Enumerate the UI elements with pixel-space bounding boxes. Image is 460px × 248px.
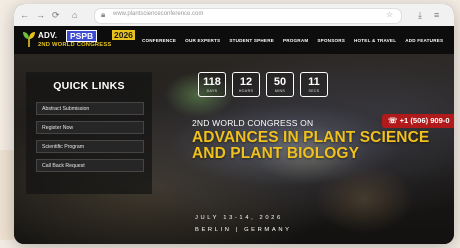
nav-item-sponsors[interactable]: SPONSORS bbox=[317, 38, 345, 43]
download-icon[interactable]: ⤓ bbox=[418, 9, 422, 21]
reload-icon[interactable]: ⟳ bbox=[52, 9, 60, 21]
leaf-logo-icon bbox=[23, 32, 35, 47]
countdown-value: 11 bbox=[308, 76, 320, 88]
countdown-secs: 11 SECS bbox=[300, 72, 328, 97]
quick-link-register-now[interactable]: Register Now bbox=[36, 121, 144, 134]
back-icon[interactable]: ← bbox=[20, 9, 29, 21]
phone-contact-badge[interactable]: ☏ +1 (506) 909-0 bbox=[382, 114, 454, 128]
nav-item-conference[interactable]: CONFERENCE bbox=[142, 38, 176, 43]
main-menu: CONFERENCE OUR EXPERTS STUDENT SPHERE PR… bbox=[142, 26, 452, 54]
countdown-unit: SECS bbox=[308, 89, 320, 93]
logo-subtitle: 2ND WORLD CONGRESS bbox=[38, 42, 112, 48]
nav-item-hotel-travel[interactable]: HOTEL & TRAVEL bbox=[354, 38, 396, 43]
home-icon[interactable]: ⌂ bbox=[72, 9, 77, 21]
logo-adv-text: ADV. bbox=[38, 31, 58, 40]
forward-icon[interactable]: → bbox=[36, 9, 45, 21]
countdown-days: 118 DAYS bbox=[198, 72, 226, 97]
address-bar[interactable]: 🔒︎ www.plantscienceconference.com ☆ bbox=[94, 8, 402, 24]
countdown-value: 12 bbox=[239, 76, 253, 88]
url-text: www.plantscienceconference.com bbox=[113, 11, 204, 17]
quick-links-panel: QUICK LINKS Abstract Submission Register… bbox=[26, 72, 152, 194]
nav-item-add-features[interactable]: ADD FEATURES bbox=[405, 38, 443, 43]
quick-link-call-back-request[interactable]: Call Back Request bbox=[36, 159, 144, 172]
logo-badge: PSPB bbox=[66, 30, 98, 42]
hero-image-detail bbox=[314, 164, 414, 234]
browser-toolbar: ← → ⟳ ⌂ 🔒︎ www.plantscienceconference.co… bbox=[14, 4, 454, 27]
event-location: BERLIN | GERMANY bbox=[195, 227, 292, 233]
quick-link-abstract-submission[interactable]: Abstract Submission bbox=[36, 102, 144, 115]
quick-link-scientific-program[interactable]: Scientific Program bbox=[36, 140, 144, 153]
countdown-unit: DAYS bbox=[206, 89, 218, 93]
nav-item-our-experts[interactable]: OUR EXPERTS bbox=[185, 38, 220, 43]
hero-section: QUICK LINKS Abstract Submission Register… bbox=[14, 54, 454, 244]
lock-icon: 🔒︎ bbox=[101, 10, 106, 19]
countdown-unit: HOURS bbox=[238, 89, 254, 93]
logo-year: 2026 bbox=[112, 30, 135, 40]
quick-links-title: QUICK LINKS bbox=[53, 80, 125, 92]
countdown-unit: MINS bbox=[274, 89, 286, 93]
hero-headline: ADVANCES IN PLANT SCIENCE AND PLANT BIOL… bbox=[192, 129, 430, 162]
nav-item-student-sphere[interactable]: STUDENT SPHERE bbox=[229, 38, 274, 43]
event-dates: JULY 13-14, 2026 bbox=[195, 215, 283, 221]
bookmark-star-icon[interactable]: ☆ bbox=[386, 10, 393, 19]
countdown-hours: 12 HOURS bbox=[232, 72, 260, 97]
countdown-mins: 50 MINS bbox=[266, 72, 294, 97]
nav-item-program[interactable]: PROGRAM bbox=[283, 38, 308, 43]
countdown-value: 50 bbox=[273, 76, 287, 88]
menu-icon[interactable]: ≡ bbox=[434, 9, 439, 21]
hero-kicker: 2ND WORLD CONGRESS ON bbox=[192, 118, 314, 128]
browser-window: ← → ⟳ ⌂ 🔒︎ www.plantscienceconference.co… bbox=[14, 4, 454, 244]
countdown-value: 118 bbox=[203, 76, 221, 88]
site-header: ADV. PSPB 2026 2ND WORLD CONGRESS CONFER… bbox=[14, 26, 454, 54]
